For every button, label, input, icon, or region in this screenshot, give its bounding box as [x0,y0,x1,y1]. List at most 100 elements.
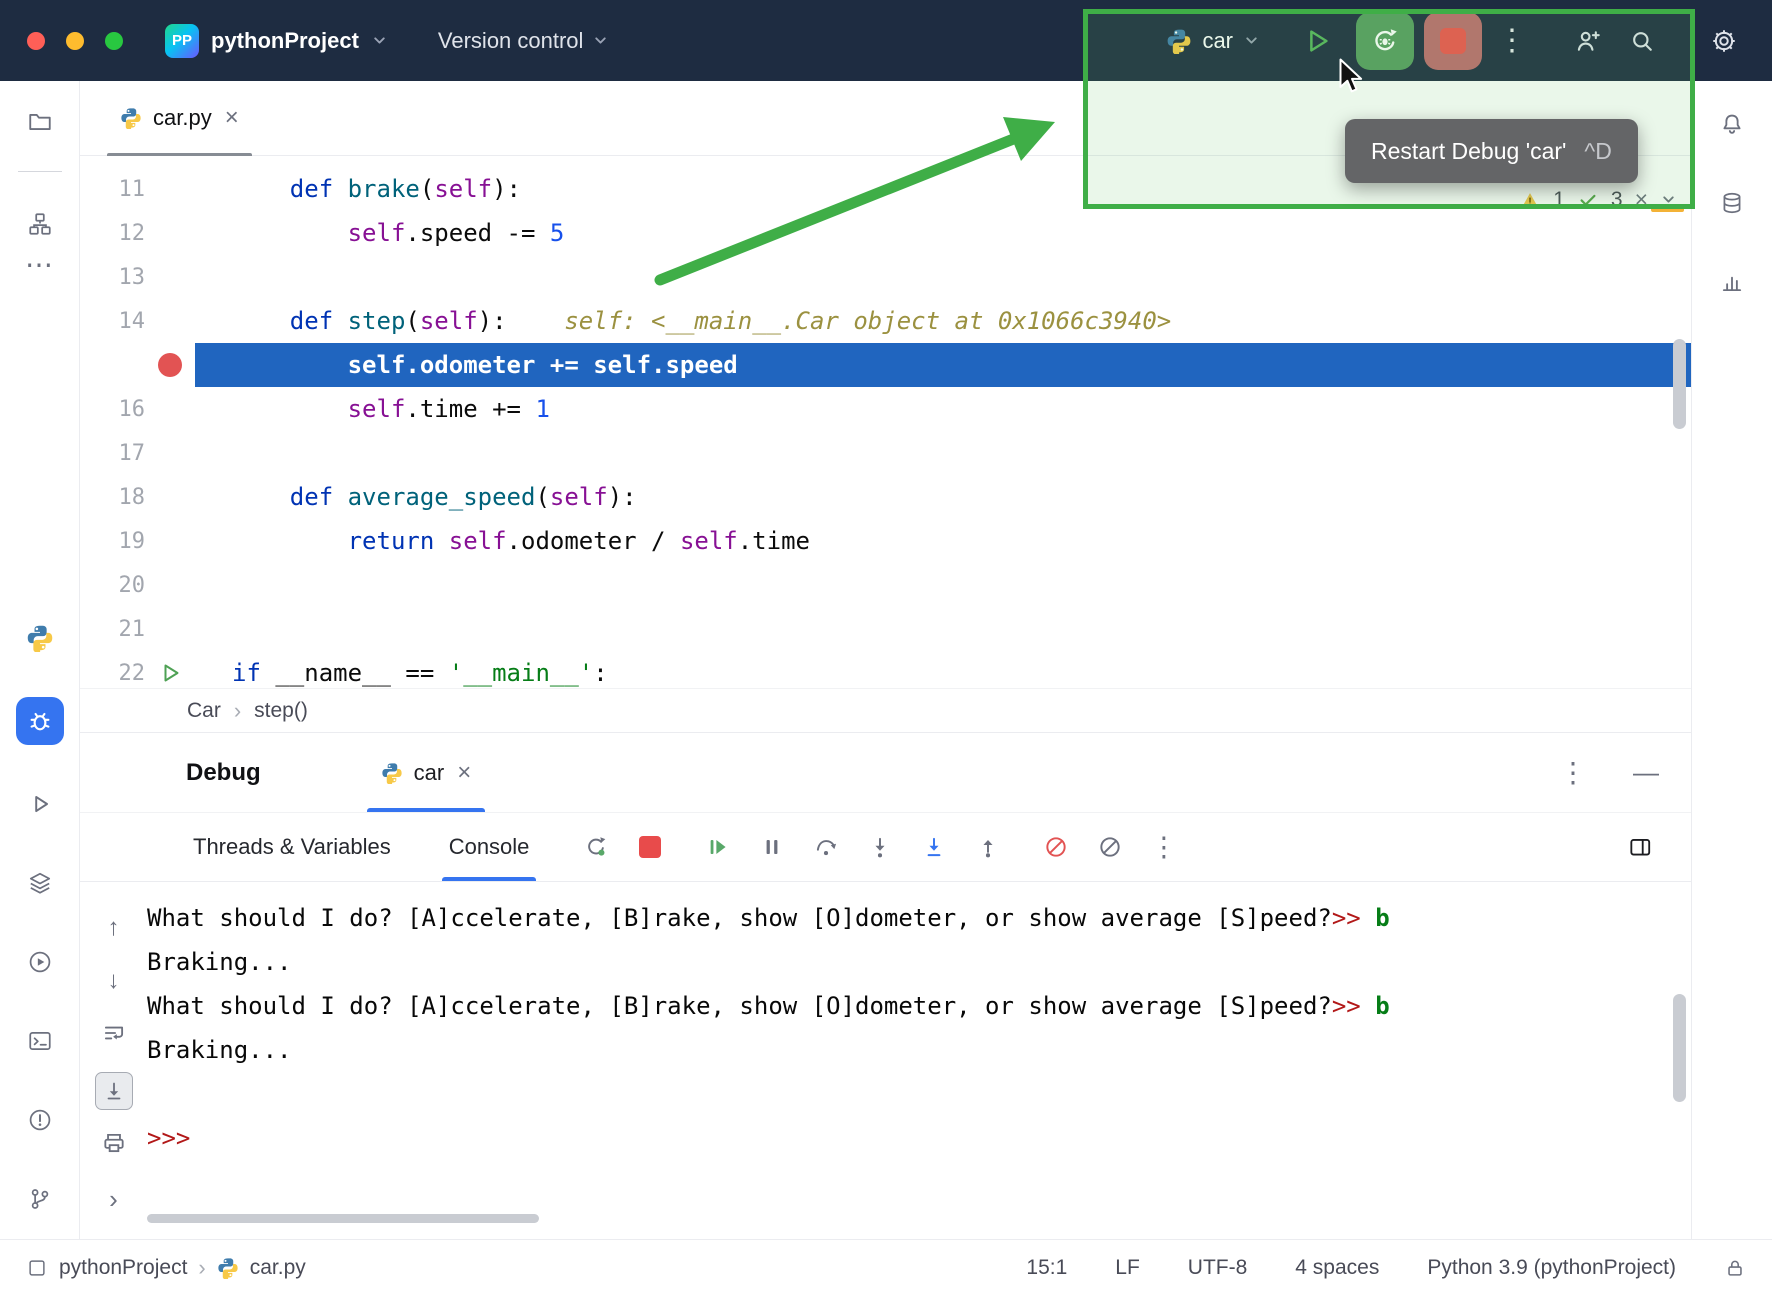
code-line[interactable]: self.odometer += self.speed [80,343,1691,387]
breadcrumb-class[interactable]: Car [187,699,221,723]
close-icon[interactable]: × [457,759,471,787]
stop-icon [1440,28,1466,54]
rerun-button[interactable] [582,834,609,861]
code-line[interactable]: 20 [80,563,1691,607]
editor-gutter[interactable]: 16 [80,387,195,431]
close-icon[interactable]: × [1635,186,1648,213]
status-breadcrumb-project[interactable]: pythonProject [59,1256,187,1280]
debugger-more-button[interactable]: ⋮ [1150,834,1177,861]
pause-button[interactable] [758,834,785,861]
stop-debug-button[interactable] [636,834,663,861]
editor-gutter[interactable]: 22 [80,651,195,688]
run-config-selector[interactable]: car [1166,28,1260,54]
code-line[interactable]: 18 def average_speed(self): [80,475,1691,519]
scroll-down-button[interactable]: ↓ [100,967,127,994]
version-control-tool-button[interactable] [20,1179,60,1219]
code-line[interactable]: 22if __name__ == '__main__': [80,651,1691,688]
window-close-button[interactable] [27,32,45,50]
editor-gutter[interactable]: 12 [80,211,195,255]
console-horizontal-scrollbar[interactable] [147,1214,539,1223]
print-icon [101,1130,127,1156]
console-vertical-scrollbar[interactable] [1673,994,1686,1102]
chevron-down-icon[interactable] [1660,191,1677,208]
inspections-widget[interactable]: 1 3 × [1519,186,1677,213]
project-widget[interactable]: PP pythonProject [165,24,388,58]
editor-gutter[interactable]: 19 [80,519,195,563]
code-with-me-button[interactable] [1566,12,1610,70]
expand-gutter-button[interactable]: › [100,1186,127,1213]
editor-gutter[interactable]: 17 [80,431,195,475]
print-button[interactable] [100,1130,127,1156]
line-separator[interactable]: LF [1115,1256,1140,1280]
project-tool-button[interactable] [20,102,60,142]
layers-icon [27,870,53,896]
window-minimize-button[interactable] [66,32,84,50]
tab-console[interactable]: Console [442,813,537,881]
run-gutter-icon[interactable] [145,651,195,688]
editor-gutter[interactable]: 20 [80,563,195,607]
stop-button[interactable] [1424,12,1482,70]
code-line[interactable]: 12 self.speed -= 5 [80,211,1691,255]
code-line[interactable]: 16 self.time += 1 [80,387,1691,431]
step-into-button[interactable] [866,834,893,861]
code-line[interactable]: 13 [80,255,1691,299]
tab-threads-variables[interactable]: Threads & Variables [186,813,398,881]
file-encoding[interactable]: UTF-8 [1188,1256,1248,1280]
run-tool-button[interactable] [20,784,60,824]
version-control-menu[interactable]: Version control [438,28,610,54]
structure-tool-button[interactable] [20,204,60,244]
mute-breakpoints-button[interactable] [1042,834,1069,861]
python-interpreter[interactable]: Python 3.9 (pythonProject) [1427,1256,1676,1280]
scroll-up-button[interactable]: ↑ [100,914,127,941]
problems-tool-button[interactable] [20,1100,60,1140]
layout-settings-button[interactable] [1626,834,1653,861]
scroll-to-end-button[interactable] [95,1072,133,1109]
editor-gutter[interactable] [80,343,195,387]
run-button[interactable] [1288,12,1346,70]
code-line[interactable]: 11 def brake(self): [80,167,1691,211]
resume-button[interactable] [704,834,731,861]
status-breadcrumb-file[interactable]: car.py [250,1256,306,1280]
editor-gutter[interactable]: 11 [80,167,195,211]
lock-icon[interactable] [1724,1257,1746,1279]
breakpoint-icon[interactable] [158,353,182,377]
services-tool-button[interactable] [20,863,60,903]
step-out-button[interactable] [974,834,1001,861]
editor-gutter[interactable]: 18 [80,475,195,519]
kebab-icon[interactable]: ⋮ [1559,759,1587,787]
python-packages-button[interactable] [20,618,60,658]
soft-wrap-button[interactable] [100,1020,127,1046]
close-icon[interactable]: × [225,104,239,132]
more-tools-button[interactable]: ⋯ [20,244,60,284]
code-line[interactable]: 21 [80,607,1691,651]
notifications-button[interactable] [1712,104,1752,144]
run-anything-button[interactable] [20,942,60,982]
editor-gutter[interactable]: 13 [80,255,195,299]
code-line[interactable]: 17 [80,431,1691,475]
code-editor[interactable]: 11 def brake(self):12 self.speed -= 5131… [80,156,1691,688]
more-options-button[interactable]: ⋮ [1492,12,1532,70]
terminal-tool-button[interactable] [20,1021,60,1061]
profiler-button[interactable] [1712,262,1752,302]
code-line[interactable]: 14 def step(self): self: <__main__.Car o… [80,299,1691,343]
debug-tool-button[interactable] [16,697,64,745]
window-zoom-button[interactable] [105,32,123,50]
database-button[interactable] [1712,183,1752,223]
force-step-into-button[interactable] [920,834,947,861]
settings-button[interactable] [1702,12,1746,70]
indent-style[interactable]: 4 spaces [1295,1256,1379,1280]
step-over-button[interactable] [812,834,839,861]
code-line[interactable]: 19 return self.odometer / self.time [80,519,1691,563]
console-output[interactable]: What should I do? [A]ccelerate, [B]rake,… [147,882,1691,1239]
debug-session-tab[interactable]: car × [367,733,486,812]
minimize-icon[interactable]: — [1633,757,1659,788]
breadcrumb-method[interactable]: step() [254,699,308,723]
search-everywhere-button[interactable] [1620,12,1664,70]
editor-tab-car-py[interactable]: car.py × [107,81,252,155]
no-suspend-button[interactable] [1096,834,1123,861]
restart-debug-button[interactable] [1356,12,1414,70]
editor-scrollbar[interactable] [1673,339,1686,429]
caret-position[interactable]: 15:1 [1026,1256,1067,1280]
editor-gutter[interactable]: 21 [80,607,195,651]
editor-gutter[interactable]: 14 [80,299,195,343]
